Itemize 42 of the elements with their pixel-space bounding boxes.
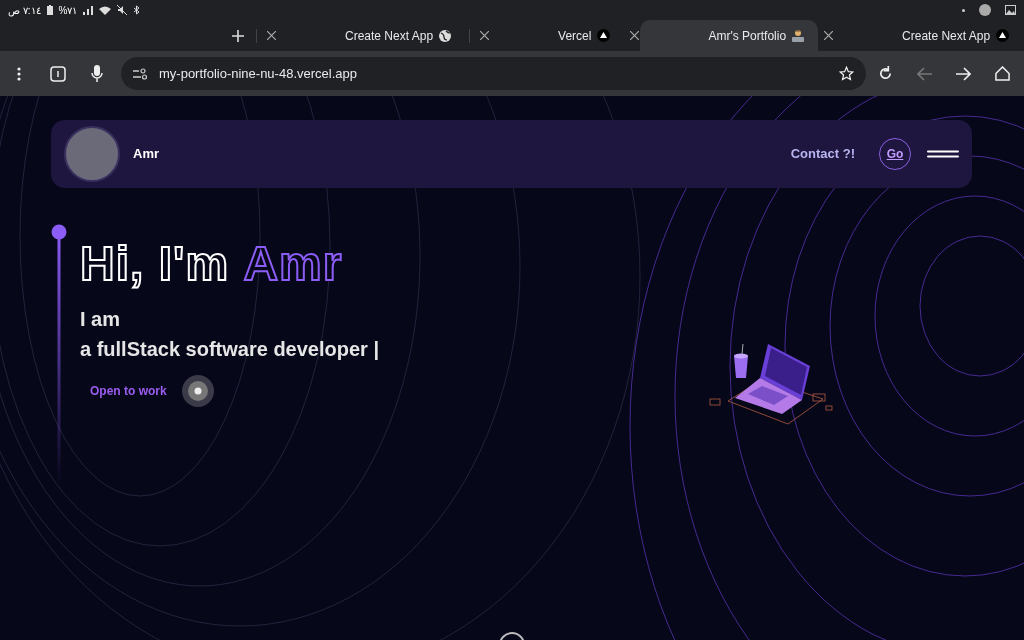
- greeting-heading: Hi, I'm: [80, 236, 231, 292]
- dot-icon: [962, 8, 965, 12]
- wifi-icon: [99, 5, 112, 15]
- bookmark-star-icon[interactable]: [839, 66, 854, 81]
- url-text: my-portfolio-nine-nu-48.vercel.app: [159, 64, 358, 83]
- menu-icon[interactable]: [927, 150, 959, 158]
- bluetooth-icon: [133, 5, 141, 15]
- avatar-photo-placeholder: [64, 126, 120, 182]
- status-pulse-icon: [180, 374, 215, 408]
- browser-tab[interactable]: Create Next App: [277, 20, 466, 51]
- triangle-logo-icon: [597, 29, 611, 42]
- signal-icon: [83, 5, 94, 15]
- address-bar[interactable]: my-portfolio-nine-nu-48.vercel.app: [121, 57, 866, 90]
- battery-icon: [46, 5, 53, 15]
- close-tab-icon[interactable]: [822, 29, 835, 42]
- microphone-icon[interactable]: [91, 65, 103, 82]
- role-text: a fullStack software developer |: [80, 337, 380, 362]
- browser-tab[interactable]: Create Next App: [834, 20, 1024, 51]
- forward-icon[interactable]: [956, 66, 971, 81]
- contact-link[interactable]: Contact ?!: [790, 144, 855, 164]
- globe-icon: [439, 29, 452, 42]
- browser-tab[interactable]: Amr's Portfolio: [640, 20, 819, 51]
- menu-icon[interactable]: [16, 66, 22, 81]
- close-tab-icon[interactable]: [478, 29, 491, 42]
- image-icon: [1005, 5, 1016, 15]
- close-tab-icon[interactable]: [265, 29, 277, 42]
- status-time: ص ٧:١٤: [8, 3, 41, 18]
- site-settings-icon[interactable]: [133, 67, 147, 80]
- battery-level: %٧١: [58, 3, 78, 18]
- mute-icon: [117, 5, 128, 15]
- site-name: Amr: [133, 145, 159, 164]
- scroll-indicator-icon: [499, 632, 525, 640]
- browser-tab[interactable]: Vercel: [490, 20, 625, 51]
- triangle-logo-icon: [996, 29, 1010, 42]
- back-icon[interactable]: [917, 66, 932, 81]
- reload-icon[interactable]: [878, 66, 893, 81]
- name-heading: Amr: [243, 236, 343, 292]
- home-icon[interactable]: [995, 66, 1010, 81]
- tab-switcher-icon[interactable]: [50, 65, 66, 82]
- open-to-work-label: Open to work: [90, 383, 167, 400]
- close-tab-icon[interactable]: [628, 29, 641, 42]
- intro-text: I am: [80, 307, 122, 332]
